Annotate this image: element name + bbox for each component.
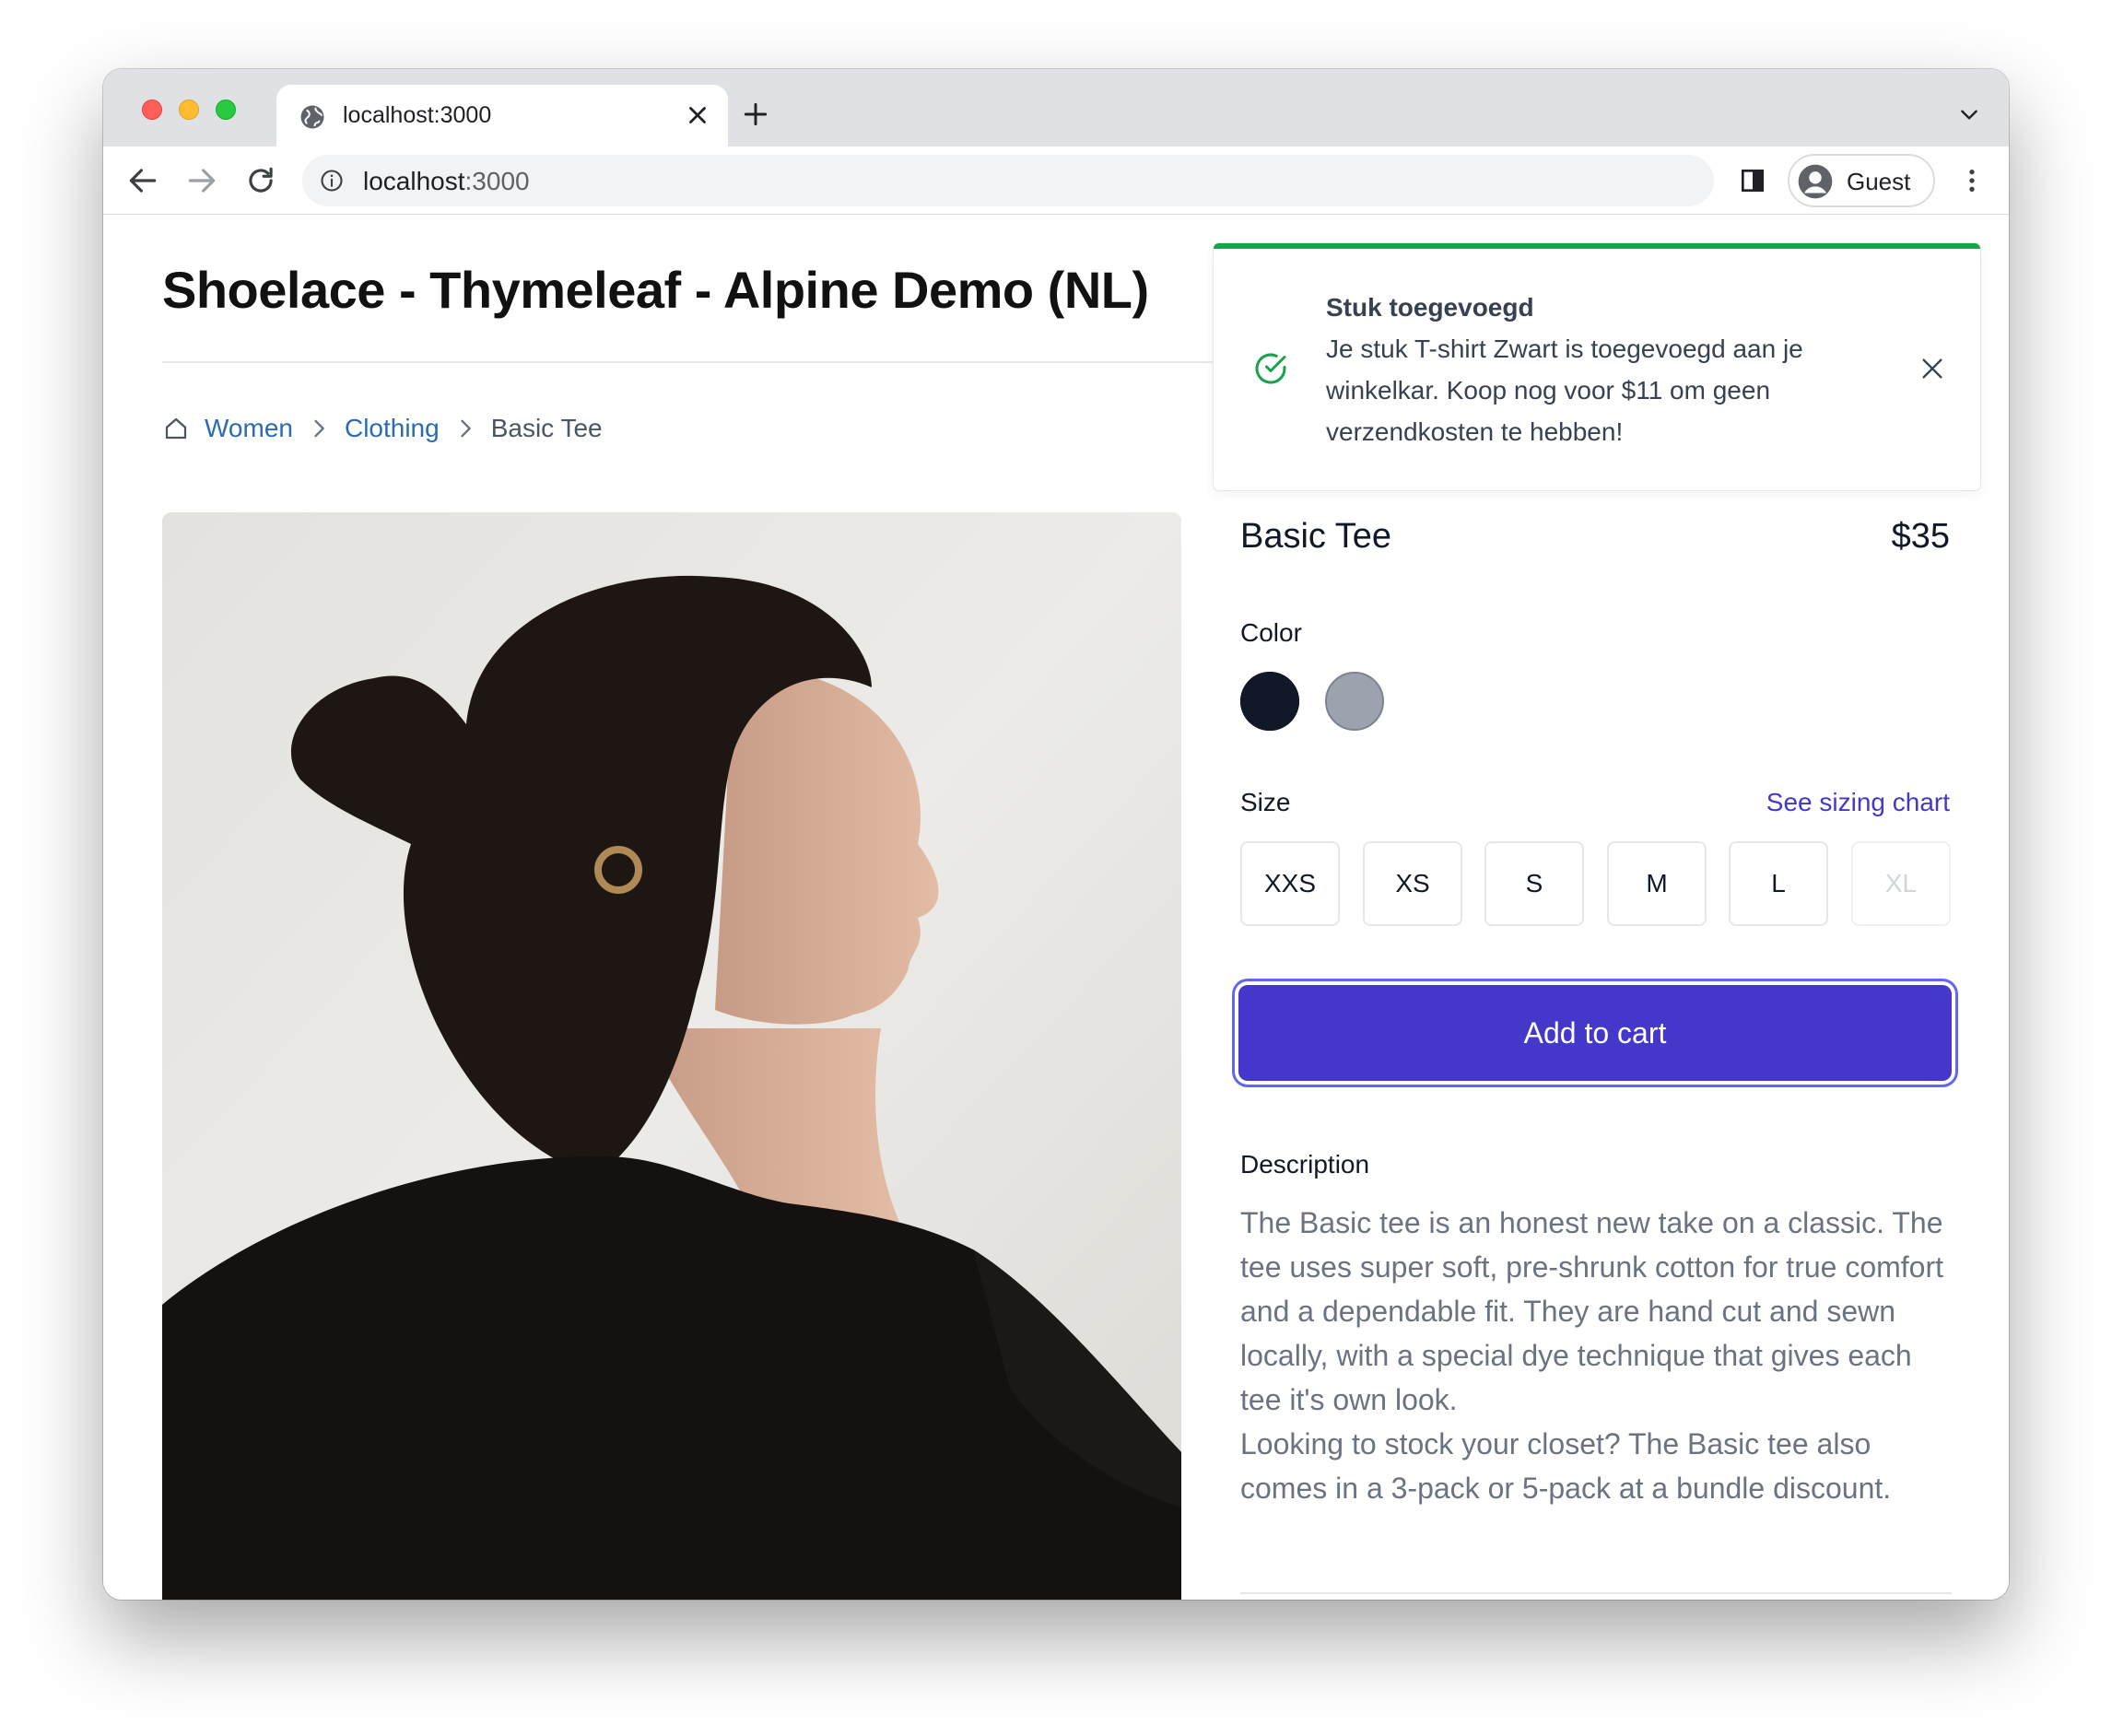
check-circle-icon [1255,353,1286,384]
address-bar[interactable]: localhost:3000 [302,155,1714,206]
profile-button[interactable]: Guest [1788,154,1935,207]
maximize-window-button[interactable] [216,100,236,120]
divider [162,361,1314,363]
close-icon[interactable] [1918,354,1947,383]
size-option-xs[interactable]: XS [1363,841,1462,926]
chevron-right-icon [314,419,324,438]
color-label: Color [1240,618,1302,647]
side-panel-icon[interactable] [1738,166,1767,195]
toast-notification: Stuk toegevoegd Je stuk T-shirt Zwart is… [1214,243,1980,490]
size-option-xxs[interactable]: XXS [1240,841,1340,926]
back-arrow-icon[interactable] [125,163,160,198]
product-price: $35 [1891,517,1950,556]
description-label: Description [1240,1150,1370,1179]
reload-icon[interactable] [243,163,278,198]
url-text: localhost:3000 [363,167,530,195]
forward-arrow-icon[interactable] [184,163,219,198]
home-icon[interactable] [162,415,190,442]
chevron-right-icon [461,419,471,438]
breadcrumb-current: Basic Tee [490,414,603,442]
divider [1240,1592,1952,1594]
browser-toolbar: localhost:3000 Guest [103,147,2009,215]
tab-strip: localhost:3000 [103,69,2009,147]
model-photo [162,512,1181,1600]
size-option-xl: XL [1851,841,1951,926]
size-label: Size [1240,788,1291,816]
product-image [162,512,1181,1600]
avatar-icon [1798,164,1833,199]
add-to-cart-button[interactable]: Add to cart [1238,985,1952,1081]
chevron-down-icon[interactable] [1957,102,1981,126]
size-option-m[interactable]: M [1607,841,1707,926]
toast-message: Je stuk T-shirt Zwart is toegevoegd aan … [1326,334,1803,446]
browser-tab[interactable]: localhost:3000 [276,85,728,147]
browser-window: localhost:3000 localhost:3000 Guest Shoe… [103,69,2009,1600]
close-tab-icon[interactable] [684,101,711,129]
breadcrumb-link-women[interactable]: Women [205,414,293,443]
size-option-l[interactable]: L [1729,841,1828,926]
product-name: Basic Tee [1240,517,1392,556]
kebab-menu-icon[interactable] [1957,166,1987,195]
breadcrumb-link-clothing[interactable]: Clothing [345,414,440,443]
description-text: The Basic tee is an honest new take on a… [1240,1206,1944,1505]
toast-title: Stuk toegevoegd [1326,293,1534,322]
size-option-s[interactable]: S [1484,841,1584,926]
minimize-window-button[interactable] [179,100,199,120]
info-icon[interactable] [319,168,345,194]
breadcrumb: Women Clothing Basic Tee [162,410,603,447]
profile-label: Guest [1847,168,1911,195]
sizing-chart-link[interactable]: See sizing chart [1766,788,1950,817]
tab-title: localhost:3000 [343,102,492,128]
color-swatch-gray[interactable] [1325,672,1384,731]
globe-icon [300,105,324,129]
page-content: Shoelace - Thymeleaf - Alpine Demo (NL) … [103,215,2009,1600]
color-swatch-black[interactable] [1240,672,1299,731]
page-title: Shoelace - Thymeleaf - Alpine Demo (NL) [162,261,1149,319]
new-tab-icon[interactable] [741,100,770,129]
close-window-button[interactable] [142,100,162,120]
